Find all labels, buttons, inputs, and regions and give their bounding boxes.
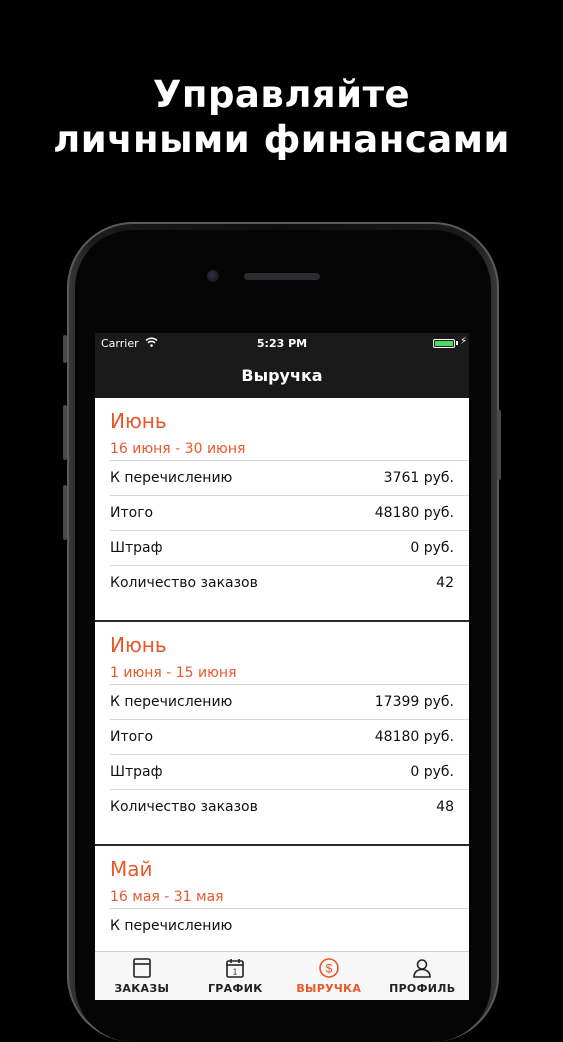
volume-down-button (63, 485, 67, 540)
period-section: Июнь 16 июня - 30 июня К перечислению 37… (95, 398, 469, 622)
charging-icon: ⚡ (459, 336, 467, 347)
svg-text:1: 1 (233, 968, 238, 977)
headline-line-1: Управляйте (152, 73, 411, 116)
nav-title: Выручка (95, 354, 469, 398)
revenue-list[interactable]: Июнь 16 июня - 30 июня К перечислению 37… (95, 398, 469, 951)
svg-text:$: $ (325, 962, 332, 976)
earpiece-speaker (244, 273, 320, 280)
phone-screen: Carrier 5:23 PM ⚡ Выручка Июнь 16 июня -… (95, 333, 469, 1000)
calendar-icon: 1 (226, 959, 245, 978)
orders-icon (132, 958, 151, 978)
row-value: 48180 руб. (374, 505, 454, 521)
status-bar: Carrier 5:23 PM ⚡ (95, 333, 469, 354)
tab-orders[interactable]: ЗАКАЗЫ (95, 952, 189, 1000)
period-range: 16 июня - 30 июня (110, 441, 246, 457)
front-camera (207, 270, 219, 282)
tab-label: ЗАКАЗЫ (114, 982, 170, 995)
row-label: Количество заказов (110, 799, 258, 815)
table-row[interactable]: Итого 48180 руб. (110, 719, 469, 754)
row-label: Штраф (110, 764, 163, 780)
row-value: 17399 руб. (374, 694, 454, 710)
row-value: 0 руб. (410, 540, 454, 556)
row-label: Итого (110, 729, 154, 745)
dollar-icon: $ (318, 958, 339, 978)
tab-label: ВЫРУЧКА (296, 982, 362, 995)
clock: 5:23 PM (256, 337, 308, 350)
battery-icon (433, 339, 455, 348)
row-value: 48180 руб. (374, 729, 454, 745)
period-month: Июнь (110, 409, 167, 433)
row-value: 42 (436, 575, 454, 591)
row-label: К перечислению (110, 470, 233, 486)
volume-up-button (63, 405, 67, 460)
tab-schedule[interactable]: 1 ГРАФИК (189, 952, 283, 1000)
period-month: Май (110, 857, 153, 881)
tab-revenue[interactable]: $ ВЫРУЧКА (282, 952, 376, 1000)
tab-profile[interactable]: ПРОФИЛЬ (376, 952, 470, 1000)
table-row[interactable]: К перечислению 3761 руб. (110, 460, 469, 495)
tab-label: ГРАФИК (208, 982, 263, 995)
row-label: К перечислению (110, 694, 233, 710)
promo-headline: Управляйте личными финансами (0, 72, 563, 162)
tab-label: ПРОФИЛЬ (389, 982, 456, 995)
power-button (497, 410, 501, 480)
mute-switch (63, 335, 67, 363)
table-row[interactable]: К перечислению (110, 908, 469, 943)
row-label: К перечислению (110, 918, 233, 934)
table-row[interactable]: Штраф 0 руб. (110, 754, 469, 789)
period-month: Июнь (110, 633, 167, 657)
row-value: 48 (436, 799, 454, 815)
table-row[interactable]: Штраф 0 руб. (110, 530, 469, 565)
row-value: 3761 руб. (383, 470, 454, 486)
profile-icon (413, 959, 432, 978)
period-section: Июнь 1 июня - 15 июня К перечислению 173… (95, 622, 469, 846)
table-row[interactable]: Количество заказов 42 (110, 565, 469, 600)
period-section: Май 16 мая - 31 мая К перечислению (95, 846, 469, 951)
period-range: 16 мая - 31 мая (110, 889, 224, 905)
battery-tip (456, 341, 458, 345)
row-value: 0 руб. (410, 764, 454, 780)
headline-line-2: личными финансами (53, 118, 510, 161)
row-label: Штраф (110, 540, 163, 556)
table-row[interactable]: Итого 48180 руб. (110, 495, 469, 530)
table-row[interactable]: К перечислению 17399 руб. (110, 684, 469, 719)
tab-bar: ЗАКАЗЫ 1 ГРАФИК $ ВЫРУЧКА ПРОФИЛЬ (95, 951, 469, 1000)
row-label: Итого (110, 505, 154, 521)
table-row[interactable]: Количество заказов 48 (110, 789, 469, 824)
row-label: Количество заказов (110, 575, 258, 591)
period-range: 1 июня - 15 июня (110, 665, 237, 681)
